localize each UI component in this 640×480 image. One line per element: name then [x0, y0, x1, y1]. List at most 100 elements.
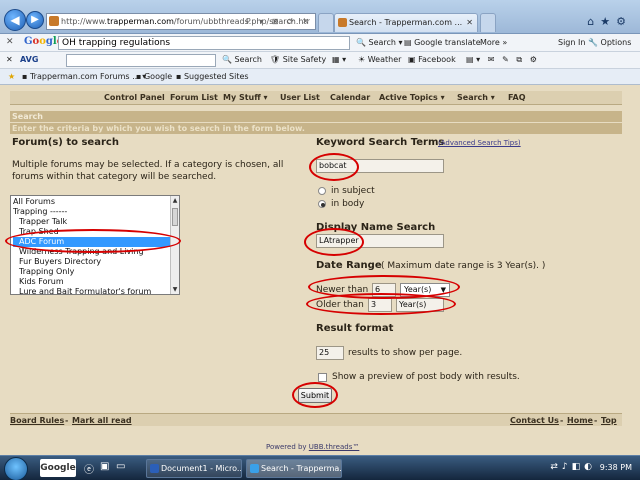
display-name-heading: Display Name Search: [316, 222, 436, 233]
forums-heading: Forum(s) to search: [12, 137, 119, 148]
sign-in-link[interactable]: Sign In: [558, 38, 585, 47]
advanced-search-tips-link[interactable]: (Advanced Search Tips): [438, 139, 521, 147]
quicklaunch-ie-icon[interactable]: ⓔ: [84, 461, 94, 476]
address-bar[interactable]: http://www.trapperman.com/forum/ubbthrea…: [46, 13, 316, 30]
favorite-trapperman-label: Trapperman.com Forums ...: [29, 72, 140, 81]
powered-prefix: Powered by: [266, 443, 309, 451]
forward-arrow-icon[interactable]: ▶: [26, 11, 44, 29]
forum-option[interactable]: Fur Buyers Directory: [13, 257, 171, 267]
powered-by-text: Powered by UBB.threads™: [266, 443, 359, 451]
keyword-input[interactable]: bobcat: [316, 159, 444, 173]
radio-in-body[interactable]: [318, 200, 326, 208]
forum-option[interactable]: All Forums: [13, 197, 171, 207]
tab-empty[interactable]: [318, 13, 334, 32]
forum-listbox[interactable]: All Forums Trapping ------ Trapper Talk …: [10, 195, 180, 295]
taskbar-google-button[interactable]: Google: [40, 459, 76, 477]
forum-option[interactable]: Trapper Talk: [13, 217, 171, 227]
forum-option[interactable]: Trapping Only: [13, 267, 171, 277]
contact-us-link[interactable]: Contact Us: [510, 416, 559, 425]
forum-menu-bar: Control Panel Forum List My Stuff ▾ User…: [10, 91, 622, 105]
new-tab-button[interactable]: [480, 13, 496, 32]
tab-search-trapperman[interactable]: Search - Trapperman.com ... ✕: [334, 13, 478, 32]
forum-option-selected[interactable]: ADC Forum: [13, 237, 171, 247]
avg-close-icon[interactable]: ✕: [6, 55, 13, 64]
menu-forum-list[interactable]: Forum List: [170, 93, 218, 102]
favorites-star-icon[interactable]: ★: [8, 72, 15, 81]
forum-option[interactable]: Kids Forum: [13, 277, 171, 287]
system-tray-icons[interactable]: ⇄♪◧◐: [550, 462, 596, 472]
taskbar-ie-window[interactable]: Search - Trapperma...: [246, 459, 342, 478]
menu-active-topics[interactable]: Active Topics ▾: [379, 93, 445, 102]
favorite-trapperman[interactable]: ▪ Trapperman.com Forums ... ▾: [22, 72, 146, 81]
start-orb-icon[interactable]: [4, 457, 28, 480]
taskbar-word-label: Document1 - Micro...: [161, 464, 242, 473]
weather-button[interactable]: ☀ Weather: [358, 55, 401, 64]
menu-control-panel[interactable]: Control Panel: [104, 93, 165, 102]
menu-search[interactable]: Search ▾: [457, 93, 495, 102]
menu-faq[interactable]: FAQ: [508, 93, 526, 102]
forum-option[interactable]: Trap Shed: [13, 227, 171, 237]
address-tools-icon[interactable]: P ▾ ⊠ ⟳ ✕: [246, 14, 312, 29]
avg-search-button[interactable]: 🔍 Search: [222, 55, 262, 64]
home-star-gear-icons[interactable]: ⌂★⚙: [587, 15, 632, 28]
site-safety-button[interactable]: 🛡 Site Safety: [270, 55, 326, 64]
url-prefix: http://www.: [61, 17, 107, 26]
menu-calendar[interactable]: Calendar: [330, 93, 370, 102]
newer-unit-select[interactable]: Year(s) ▼: [400, 283, 450, 297]
avg-logo[interactable]: AVG: [20, 55, 38, 64]
google-translate-button[interactable]: ▤ Google translate: [404, 38, 481, 47]
options-label: Options: [600, 38, 632, 47]
preview-checkbox[interactable]: [318, 373, 327, 382]
results-per-page-input[interactable]: 25: [316, 346, 344, 360]
scroll-thumb[interactable]: [172, 208, 178, 226]
submit-button[interactable]: Submit: [298, 388, 332, 403]
display-name-input[interactable]: LAtrapper: [316, 234, 444, 248]
menu-user-list[interactable]: User List: [280, 93, 320, 102]
listbox-scrollbar[interactable]: ▲ ▼: [170, 196, 179, 294]
menu-my-stuff[interactable]: My Stuff ▾: [223, 93, 268, 102]
forum-option[interactable]: Lure and Bait Formulator's forum: [13, 287, 171, 294]
facebook-button[interactable]: ▣ Facebook: [408, 55, 456, 64]
favorite-suggested-sites[interactable]: ▪ Suggested Sites: [176, 72, 249, 81]
footer-separator: -: [65, 416, 69, 425]
footer-separator: -: [594, 416, 598, 425]
forum-option[interactable]: Wilderness Trapping and Living: [13, 247, 171, 257]
back-arrow-icon[interactable]: ◀: [4, 9, 26, 31]
options-button[interactable]: 🔧 Options: [588, 38, 631, 47]
avg-tools-icon[interactable]: ▦ ▾: [332, 55, 346, 64]
ubbthreads-link[interactable]: UBB.threads™: [309, 443, 360, 451]
preview-label: Show a preview of post body with results…: [332, 372, 520, 382]
forum-option[interactable]: Trapping ------: [13, 207, 171, 217]
taskbar-word-window[interactable]: Document1 - Micro...: [146, 459, 242, 478]
forum-search-page: Control Panel Forum List My Stuff ▾ User…: [0, 85, 640, 455]
google-translate-label: Google translate: [414, 38, 481, 47]
mark-all-read-link[interactable]: Mark all read: [72, 416, 132, 425]
older-unit-select[interactable]: Year(s): [396, 298, 444, 312]
section-subtitle: Enter the criteria by which you wish to …: [10, 123, 622, 134]
scroll-down-icon[interactable]: ▼: [171, 286, 179, 293]
more-button[interactable]: More »: [480, 38, 507, 47]
home-link[interactable]: Home: [567, 416, 593, 425]
top-link[interactable]: Top: [601, 416, 617, 425]
newer-than-input[interactable]: 6: [372, 283, 396, 297]
avg-search-input[interactable]: [66, 54, 216, 67]
google-search-input[interactable]: OH trapping regulations: [58, 36, 350, 50]
radio-in-subject[interactable]: [318, 187, 326, 195]
taskbar-ie-label: Search - Trapperma...: [261, 464, 342, 473]
avg-extra-icons[interactable]: ▤ ▾ ✉ ✎ ⧉ ⚙: [466, 55, 537, 65]
quicklaunch-desktop-icon[interactable]: ▭: [116, 461, 125, 472]
tab-close-icon[interactable]: ✕: [466, 14, 473, 31]
toolbar-close-icon[interactable]: ✕: [6, 37, 14, 47]
system-clock[interactable]: 9:38 PM: [600, 463, 632, 472]
tab-title: Search - Trapperman.com ...: [349, 18, 463, 27]
keyword-heading: Keyword Search Terms: [316, 137, 445, 148]
older-than-input[interactable]: 3: [368, 298, 392, 312]
scroll-up-icon[interactable]: ▲: [171, 197, 179, 204]
google-search-button[interactable]: 🔍 Search ▾: [356, 38, 403, 47]
quicklaunch-explorer-icon[interactable]: ▣: [100, 461, 109, 472]
board-rules-link[interactable]: Board Rules: [10, 416, 64, 425]
site-safety-label: Site Safety: [282, 55, 327, 64]
favorite-google[interactable]: ▪ Google: [136, 72, 172, 81]
favorite-suggested-label: Suggested Sites: [183, 72, 249, 81]
forum-footer-bar: Board Rules - Mark all read Contact Us -…: [10, 413, 622, 426]
